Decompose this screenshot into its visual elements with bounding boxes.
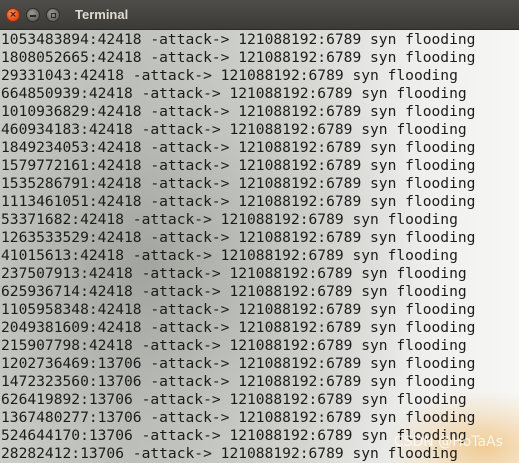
terminal-line: 1105958348:42418 -attack-> 121088192:678… [1, 301, 476, 318]
title-bar[interactable]: × Terminal [0, 0, 519, 30]
terminal-line: 1113461051:42418 -attack-> 121088192:678… [1, 193, 476, 210]
terminal-line: 1263533529:42418 -attack-> 121088192:678… [1, 229, 476, 246]
close-icon: × [9, 9, 17, 20]
terminal-lines: 1053483894:42418 -attack-> 121088192:678… [1, 31, 475, 463]
terminal-line: 1808052665:42418 -attack-> 121088192:678… [1, 49, 476, 66]
terminal-line: 626419892:13706 -attack-> 121088192:6789… [1, 391, 467, 408]
terminal-line: 1535286791:42418 -attack-> 121088192:678… [1, 175, 476, 192]
terminal-output[interactable]: 1053483894:42418 -attack-> 121088192:678… [0, 30, 519, 463]
terminal-line: 2049381609:42418 -attack-> 121088192:678… [1, 319, 476, 336]
maximize-button[interactable] [46, 8, 60, 22]
terminal-line: 625936714:42418 -attack-> 121088192:6789… [1, 283, 467, 300]
terminal-line: 1472323560:13706 -attack-> 121088192:678… [1, 373, 476, 390]
minimize-icon [30, 14, 36, 17]
terminal-line: 1367480277:13706 -attack-> 121088192:678… [1, 409, 476, 426]
terminal-line: 460934183:42418 -attack-> 121088192:6789… [1, 121, 467, 138]
terminal-line: 664850939:42418 -attack-> 121088192:6789… [1, 85, 467, 102]
terminal-line: 1579772161:42418 -attack-> 121088192:678… [1, 157, 476, 174]
terminal-line: 53371682:42418 -attack-> 121088192:6789 … [1, 211, 458, 228]
terminal-line: 1849234053:42418 -attack-> 121088192:678… [1, 139, 476, 156]
terminal-line: 29331043:42418 -attack-> 121088192:6789 … [1, 67, 458, 84]
watermark: CSDN @HoTaAs [393, 434, 503, 450]
terminal-line: 1202736469:13706 -attack-> 121088192:678… [1, 355, 476, 372]
terminal-line: 1053483894:42418 -attack-> 121088192:678… [1, 31, 476, 48]
terminal-line: 237507913:42418 -attack-> 121088192:6789… [1, 265, 467, 282]
maximize-icon [50, 12, 56, 18]
terminal-line: 1010936829:42418 -attack-> 121088192:678… [1, 103, 476, 120]
terminal-window: × Terminal 1053483894:42418 -attack-> 12… [0, 0, 519, 463]
terminal-line: 41015613:42418 -attack-> 121088192:6789 … [1, 247, 458, 264]
window-title: Terminal [75, 7, 129, 22]
minimize-button[interactable] [26, 8, 40, 22]
close-button[interactable]: × [6, 8, 20, 22]
terminal-line: 215907798:42418 -attack-> 121088192:6789… [1, 337, 467, 354]
